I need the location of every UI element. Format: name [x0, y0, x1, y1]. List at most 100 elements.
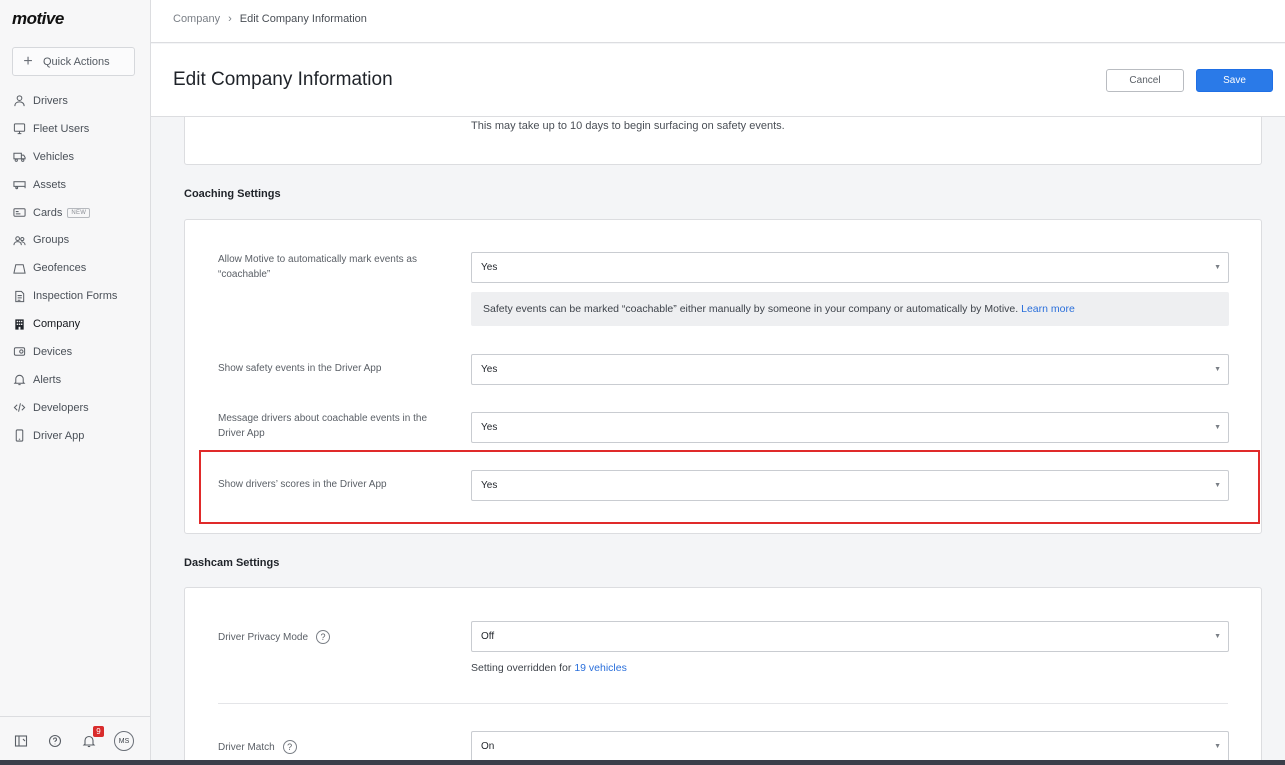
message-drivers-value: Yes	[481, 422, 498, 433]
sidebar-item-label: Driver App	[33, 429, 85, 442]
message-drivers-label: Message drivers about coachable events i…	[218, 413, 428, 439]
highlight-box	[199, 450, 1260, 524]
privacy-mode-label-row: Driver Privacy Mode?	[218, 630, 453, 645]
override-prefix: Setting overridden for	[471, 662, 572, 674]
trailer-icon	[12, 178, 26, 192]
sidebar-item-label: Fleet Users	[33, 122, 90, 135]
dashcam-settings-title: Dashcam Settings	[184, 557, 280, 569]
sidebar-item-drivers[interactable]: Drivers	[0, 87, 151, 115]
sidebar-item-label: Cards	[33, 206, 63, 219]
sidebar-item-driver-app[interactable]: Driver App	[0, 422, 151, 450]
breadcrumb-separator: ›	[228, 13, 232, 25]
show-events-label: Show safety events in the Driver App	[218, 363, 382, 374]
sidebar-footer: 9 MS	[0, 716, 151, 765]
sidebar-item-cards[interactable]: Cards NEW	[0, 199, 151, 227]
sidebar: motive + Quick Actions Drivers Fleet Use…	[0, 0, 151, 765]
breadcrumb: Company › Edit Company Information	[173, 13, 367, 25]
chevron-down-icon: ▼	[1214, 424, 1221, 431]
privacy-mode-label: Driver Privacy Mode	[218, 632, 309, 643]
monitor-icon	[12, 122, 26, 136]
sidebar-item-inspection-forms[interactable]: Inspection Forms	[0, 282, 151, 310]
coachable-info-box: Safety events can be marked “coachable” …	[471, 292, 1229, 326]
sidebar-item-devices[interactable]: Devices	[0, 338, 151, 366]
phone-icon	[12, 429, 26, 443]
sidebar-item-label: Inspection Forms	[33, 290, 118, 303]
save-button[interactable]: Save	[1196, 69, 1273, 92]
sidebar-item-alerts[interactable]: Alerts	[0, 366, 151, 394]
sidebar-item-assets[interactable]: Assets	[0, 171, 151, 199]
notification-count: 9	[93, 726, 104, 737]
sidebar-item-label: Alerts	[33, 373, 62, 386]
override-vehicles-link[interactable]: 19 vehicles	[574, 662, 627, 674]
main-content[interactable]: This may take up to 10 days to begin sur…	[151, 117, 1285, 760]
learn-more-link[interactable]: Learn more	[1021, 303, 1075, 315]
coachable-info-text: Safety events can be marked “coachable” …	[483, 303, 1019, 315]
sidebar-item-vehicles[interactable]: Vehicles	[0, 143, 151, 171]
show-events-select[interactable]: Yes ▼	[471, 354, 1229, 385]
window-bottom-edge	[0, 760, 1285, 765]
geofence-icon	[12, 261, 26, 275]
avatar[interactable]: MS	[114, 731, 134, 751]
chevron-down-icon: ▼	[1214, 264, 1221, 271]
building-icon	[12, 317, 26, 331]
sidebar-item-label: Drivers	[33, 94, 68, 107]
sidebar-item-label: Assets	[33, 178, 67, 191]
driver-match-select[interactable]: On ▼	[471, 731, 1229, 760]
dashcam-settings-card: Driver Privacy Mode? Off ▼ Setting overr…	[184, 587, 1262, 760]
quick-actions-button[interactable]: + Quick Actions	[12, 47, 135, 76]
plus-icon: +	[23, 52, 33, 70]
driver-match-label: Driver Match	[218, 742, 275, 753]
page-title: Edit Company Information	[173, 69, 393, 90]
sidebar-nav: Drivers Fleet Users Vehicles Assets Card…	[0, 87, 151, 450]
sidebar-item-company[interactable]: Company	[0, 310, 151, 338]
coaching-settings-title: Coaching Settings	[184, 188, 281, 200]
groups-icon	[12, 233, 26, 247]
driver-match-label-row: Driver Match?	[218, 740, 453, 755]
sidebar-item-label: Geofences	[33, 262, 87, 275]
device-icon	[12, 345, 26, 359]
form-icon	[12, 289, 26, 303]
override-note: Setting overridden for 19 vehicles	[471, 662, 627, 674]
card-icon	[12, 206, 26, 220]
help-icon[interactable]	[46, 732, 64, 750]
notification-bell-icon[interactable]: 9	[80, 726, 104, 750]
message-drivers-select[interactable]: Yes ▼	[471, 412, 1229, 443]
surfacing-note: This may take up to 10 days to begin sur…	[471, 120, 785, 132]
privacy-mode-value: Off	[481, 631, 495, 642]
quick-actions-label: Quick Actions	[43, 55, 110, 68]
chevron-down-icon: ▼	[1214, 743, 1221, 750]
user-icon	[12, 94, 26, 108]
motive-logo[interactable]: motive	[12, 9, 64, 29]
safety-card: This may take up to 10 days to begin sur…	[184, 117, 1262, 165]
sidebar-item-label: Developers	[33, 401, 89, 414]
privacy-mode-select[interactable]: Off ▼	[471, 621, 1229, 652]
show-events-value: Yes	[481, 364, 498, 375]
chevron-down-icon: ▼	[1214, 366, 1221, 373]
breadcrumb-current: Edit Company Information	[239, 13, 367, 25]
cancel-button[interactable]: Cancel	[1106, 69, 1184, 92]
truck-icon	[12, 150, 26, 164]
topbar: Company › Edit Company Information	[151, 0, 1285, 43]
sidebar-item-label: Company	[33, 318, 81, 331]
auto-mark-value: Yes	[481, 262, 498, 273]
sidebar-item-label: Devices	[33, 345, 73, 358]
chevron-down-icon: ▼	[1214, 633, 1221, 640]
map-book-icon[interactable]	[12, 732, 30, 750]
sidebar-item-fleet-users[interactable]: Fleet Users	[0, 115, 151, 143]
auto-mark-label: Allow Motive to automatically mark event…	[218, 254, 417, 280]
auto-mark-select[interactable]: Yes ▼	[471, 252, 1229, 283]
bell-icon	[12, 373, 26, 387]
sidebar-item-geofences[interactable]: Geofences	[0, 254, 151, 282]
page-header: Edit Company Information Cancel Save	[151, 44, 1285, 117]
breadcrumb-company[interactable]: Company	[173, 13, 220, 25]
sidebar-item-developers[interactable]: Developers	[0, 394, 151, 422]
sidebar-item-label: Groups	[33, 234, 70, 247]
driver-match-value: On	[481, 741, 495, 752]
sidebar-item-label: Vehicles	[33, 150, 74, 163]
sidebar-item-groups[interactable]: Groups	[0, 226, 151, 254]
help-circle-icon[interactable]: ?	[282, 740, 297, 755]
code-icon	[12, 401, 26, 415]
help-circle-icon[interactable]: ?	[316, 630, 331, 645]
divider	[218, 703, 1228, 704]
new-badge: NEW	[67, 207, 91, 218]
